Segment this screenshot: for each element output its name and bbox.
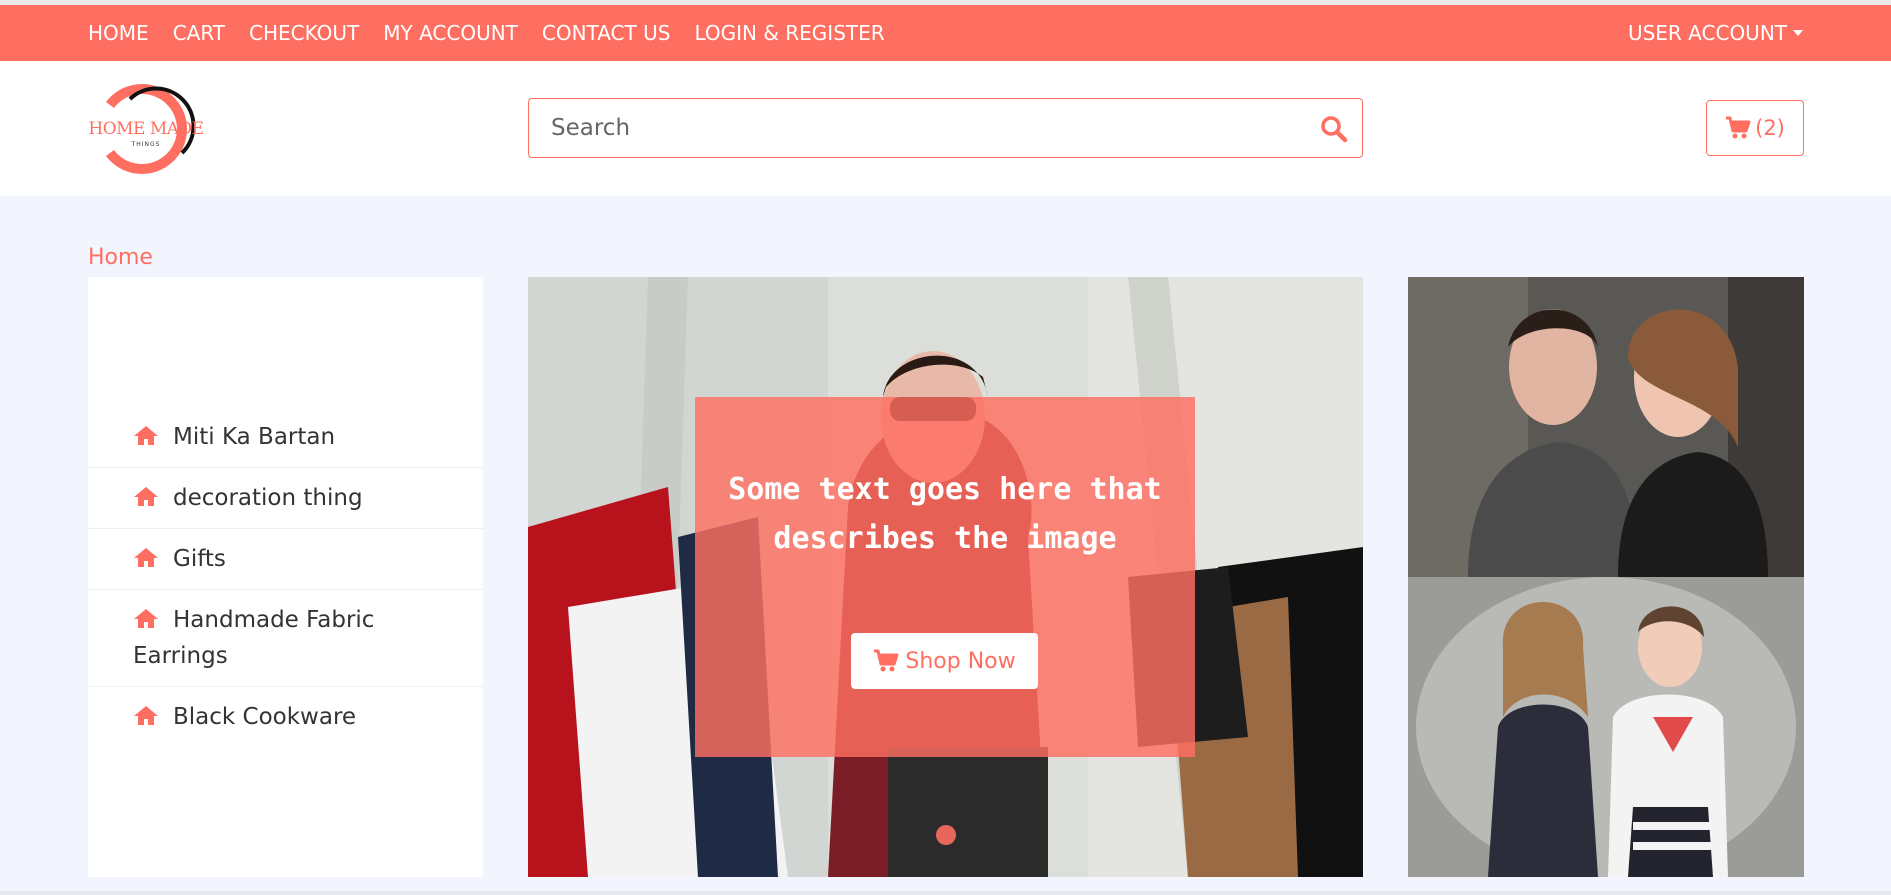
logo-text: HOME MADE xyxy=(88,119,204,139)
promo-image-kids[interactable] xyxy=(1408,577,1804,877)
search-box xyxy=(528,98,1363,158)
hero-caption-box: Some text goes here that describes the i… xyxy=(695,397,1195,757)
user-account-dropdown[interactable]: USER ACCOUNT xyxy=(1628,5,1803,61)
breadcrumb[interactable]: Home xyxy=(88,245,153,270)
category-label: Miti Ka Bartan xyxy=(173,424,336,450)
search-input[interactable] xyxy=(529,99,1309,157)
nav-login-register[interactable]: LOGIN & REGISTER xyxy=(694,21,884,45)
carousel-indicator[interactable] xyxy=(936,825,956,845)
category-item[interactable]: Handmade Fabric Earrings xyxy=(88,590,483,687)
category-item[interactable]: Black Cookware xyxy=(88,687,483,747)
cart-icon xyxy=(874,649,899,672)
bottom-border xyxy=(0,891,1891,895)
cart-button[interactable]: (2) xyxy=(1706,100,1804,156)
home-icon xyxy=(134,548,158,567)
logo[interactable]: HOME MADE THINGS xyxy=(86,83,206,175)
top-navbar: HOME CART CHECKOUT MY ACCOUNT CONTACT US… xyxy=(0,5,1891,61)
shop-now-button[interactable]: Shop Now xyxy=(851,633,1038,689)
cart-count: (2) xyxy=(1755,116,1785,140)
category-sidebar: Miti Ka Bartan decoration thing Gifts Ha… xyxy=(88,277,483,877)
site-header: HOME MADE THINGS (2) xyxy=(0,61,1891,196)
category-list: Miti Ka Bartan decoration thing Gifts Ha… xyxy=(88,407,483,747)
category-label: Gifts xyxy=(173,546,226,572)
nav-checkout[interactable]: CHECKOUT xyxy=(249,21,359,45)
category-item[interactable]: Gifts xyxy=(88,529,483,590)
chevron-down-icon xyxy=(1793,30,1803,36)
promo-photo-women xyxy=(1408,277,1804,577)
nav-contact-us[interactable]: CONTACT US xyxy=(542,21,671,45)
home-icon xyxy=(134,609,158,628)
category-label: decoration thing xyxy=(173,485,363,511)
category-item[interactable]: decoration thing xyxy=(88,468,483,529)
category-label: Black Cookware xyxy=(173,704,357,730)
home-icon xyxy=(134,487,158,506)
cart-icon xyxy=(1726,116,1751,139)
category-label: Handmade Fabric Earrings xyxy=(133,607,375,669)
nav-home[interactable]: HOME xyxy=(88,21,149,45)
logo-subtext: THINGS xyxy=(131,141,161,148)
category-item[interactable]: Miti Ka Bartan xyxy=(88,407,483,468)
nav-cart[interactable]: CART xyxy=(173,21,225,45)
home-icon xyxy=(134,426,158,445)
promo-photo-kids xyxy=(1408,577,1804,877)
shop-now-label: Shop Now xyxy=(905,648,1016,674)
user-account-label: USER ACCOUNT xyxy=(1627,21,1787,45)
nav-links: HOME CART CHECKOUT MY ACCOUNT CONTACT US… xyxy=(88,5,909,61)
search-icon[interactable] xyxy=(1320,115,1348,143)
promo-image-women[interactable] xyxy=(1408,277,1804,577)
hero-carousel: Some text goes here that describes the i… xyxy=(528,277,1363,877)
nav-my-account[interactable]: MY ACCOUNT xyxy=(383,21,518,45)
home-icon xyxy=(134,706,158,725)
hero-caption: Some text goes here that describes the i… xyxy=(728,472,1162,556)
